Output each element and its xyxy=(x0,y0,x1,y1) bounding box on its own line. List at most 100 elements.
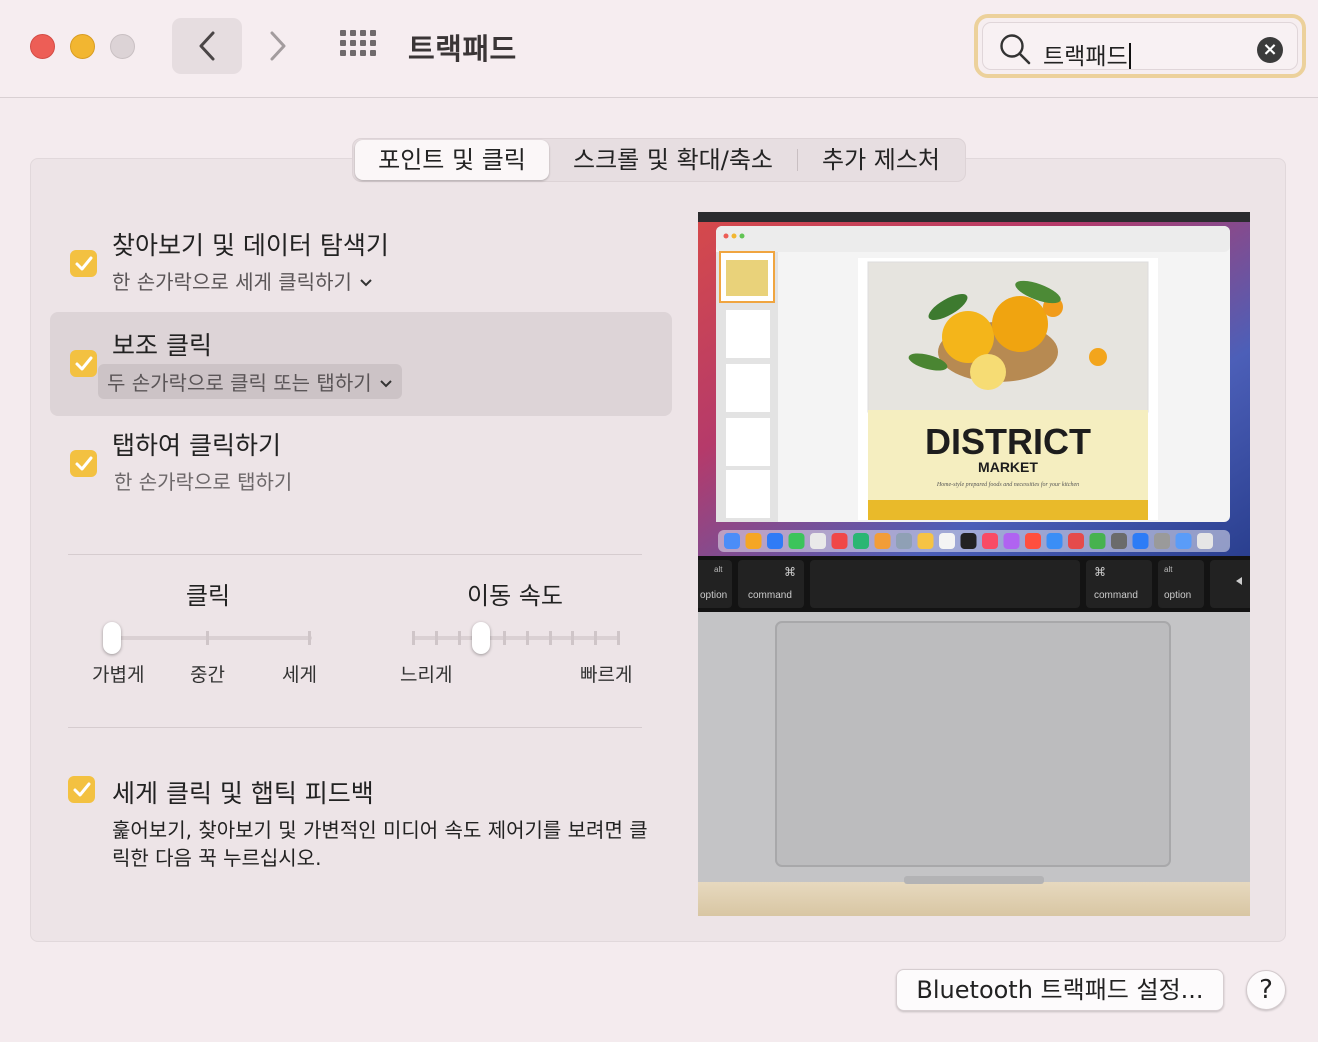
dock-app-icon xyxy=(1046,533,1063,549)
speed-slider-knob[interactable] xyxy=(471,622,490,654)
key-alt-label: alt xyxy=(1164,565,1173,574)
click-label-firm: 세게 xyxy=(282,664,317,686)
force-click-title: 세게 클릭 및 햅틱 피드백 xyxy=(112,779,374,808)
lookup-checkbox[interactable] xyxy=(70,250,97,277)
dock-app-icon xyxy=(982,533,998,549)
dock-app-icon xyxy=(960,533,977,549)
speed-slider-tick xyxy=(594,631,597,645)
doc-subtitle: MARKET xyxy=(978,459,1038,475)
toolbar: 트랙패드 트랙패드 × xyxy=(0,0,1318,98)
tab-more-gestures[interactable]: 추가 제스처 xyxy=(798,140,964,180)
speed-slider-tick xyxy=(435,631,438,645)
click-label-light: 가볍게 xyxy=(92,664,145,686)
dock-app-icon xyxy=(1132,533,1149,549)
dock-app-icon xyxy=(1197,533,1213,549)
dock-app-icon xyxy=(831,533,848,549)
dock-app-icon xyxy=(1089,533,1106,549)
speed-slider-tick xyxy=(571,631,574,645)
dock-app-icon xyxy=(788,533,805,549)
speed-label-fast: 빠르게 xyxy=(580,664,633,686)
dock-app-icon xyxy=(874,533,891,549)
clear-search-icon[interactable]: × xyxy=(1257,37,1283,63)
search-icon xyxy=(1000,34,1031,65)
speed-slider-tick xyxy=(412,631,415,645)
dock-app-icon xyxy=(1025,533,1041,549)
doc-tagline: Home-style prepared foods and necessitie… xyxy=(936,481,1079,488)
speed-label-slow: 느리게 xyxy=(400,664,453,686)
dock-app-icon xyxy=(1111,533,1127,549)
chevron-down-icon xyxy=(360,279,372,287)
dock-app-icon xyxy=(810,533,826,549)
search-input[interactable]: 트랙패드 xyxy=(1043,37,1131,71)
dock-app-icon xyxy=(896,533,912,549)
option-tap-to-click: 탭하여 클릭하기 한 손가락으로 탭하기 xyxy=(50,412,672,516)
checkmark-icon xyxy=(75,256,92,270)
macbook-preview-illustration: DISTRICT MARKET Home-style prepared food… xyxy=(698,212,1250,916)
speed-slider-tick xyxy=(549,631,552,645)
lookup-title: 찾아보기 및 데이터 탐색기 xyxy=(112,231,389,260)
dock-app-icon xyxy=(1068,533,1084,549)
tap-to-click-title: 탭하여 클릭하기 xyxy=(112,431,281,460)
minimize-window-button[interactable] xyxy=(70,34,95,59)
forward-button[interactable] xyxy=(250,18,306,74)
dock-app-icon xyxy=(917,533,934,549)
dock-app-icon xyxy=(1154,533,1170,549)
speed-slider-tick xyxy=(617,631,620,645)
doc-title: DISTRICT xyxy=(925,421,1091,462)
divider xyxy=(68,554,642,555)
option-secondary-click[interactable]: 보조 클릭 두 손가락으로 클릭 또는 탭하기 xyxy=(50,312,672,416)
force-click-description: 훑어보기, 찾아보기 및 가변적인 미디어 속도 제어기를 보려면 클릭한 다음… xyxy=(112,818,648,870)
help-button[interactable]: ? xyxy=(1246,970,1286,1010)
tab-bar: 포인트 및 클릭 스크롤 및 확대/축소 추가 제스처 xyxy=(352,138,966,182)
dock-app-icon xyxy=(724,533,740,549)
chevron-right-icon xyxy=(270,31,286,61)
chevron-down-icon xyxy=(379,380,392,388)
dock-app-icon xyxy=(767,533,783,549)
secondary-click-title: 보조 클릭 xyxy=(112,331,212,360)
secondary-click-popup[interactable]: 두 손가락으로 클릭 또는 탭하기 xyxy=(98,364,402,399)
show-all-grid-icon[interactable] xyxy=(340,30,380,60)
key-option-right: option xyxy=(1164,590,1191,601)
tap-to-click-subtitle: 한 손가락으로 탭하기 xyxy=(114,470,293,494)
back-button[interactable] xyxy=(172,18,242,74)
secondary-click-checkbox[interactable] xyxy=(70,350,97,377)
speed-slider-tick xyxy=(526,631,529,645)
cmd-symbol: ⌘ xyxy=(1094,565,1106,579)
speed-slider-tick xyxy=(458,631,461,645)
dock-app-icon xyxy=(745,533,762,549)
checkmark-icon xyxy=(75,456,92,470)
tab-scroll-and-zoom[interactable]: 스크롤 및 확대/축소 xyxy=(549,140,797,180)
dock-app-icon xyxy=(939,533,955,549)
key-command-left: command xyxy=(748,590,792,601)
close-window-button[interactable] xyxy=(30,34,55,59)
dock-app-icon xyxy=(1175,533,1192,549)
gesture-preview-video: DISTRICT MARKET Home-style prepared food… xyxy=(698,212,1250,916)
zoom-window-button[interactable] xyxy=(110,34,135,59)
divider xyxy=(68,727,642,728)
tap-to-click-checkbox[interactable] xyxy=(70,450,97,477)
click-slider-title: 클릭 xyxy=(185,582,231,610)
force-click-checkbox[interactable] xyxy=(68,776,95,803)
bluetooth-trackpad-setup-button[interactable]: Bluetooth 트랙패드 설정... xyxy=(896,969,1224,1011)
dock-app-icon xyxy=(853,533,869,549)
key-command-right: command xyxy=(1094,590,1138,601)
chevron-left-icon xyxy=(199,31,215,61)
dock-app-icon xyxy=(1003,533,1020,549)
click-slider-track[interactable] xyxy=(108,636,312,640)
speed-slider-track[interactable] xyxy=(412,636,620,640)
option-lookup: 찾아보기 및 데이터 탐색기 한 손가락으로 세게 클릭하기 xyxy=(50,212,672,316)
key-alt-label: alt xyxy=(714,565,723,574)
checkmark-icon xyxy=(75,356,92,370)
speed-slider-title: 이동 속도 xyxy=(467,582,563,610)
trackpad-surface xyxy=(775,621,1171,867)
checkmark-icon xyxy=(73,782,90,796)
lookup-popup[interactable]: 한 손가락으로 세게 클릭하기 xyxy=(108,264,382,297)
window-title: 트랙패드 xyxy=(408,32,517,66)
tab-point-and-click[interactable]: 포인트 및 클릭 xyxy=(355,140,549,180)
cmd-symbol: ⌘ xyxy=(784,565,796,579)
click-label-medium: 중간 xyxy=(190,664,225,686)
click-slider-knob[interactable] xyxy=(103,622,121,654)
speed-slider-tick xyxy=(503,631,506,645)
search-field[interactable]: 트랙패드 × xyxy=(974,14,1306,78)
key-option-left: option xyxy=(700,590,727,601)
